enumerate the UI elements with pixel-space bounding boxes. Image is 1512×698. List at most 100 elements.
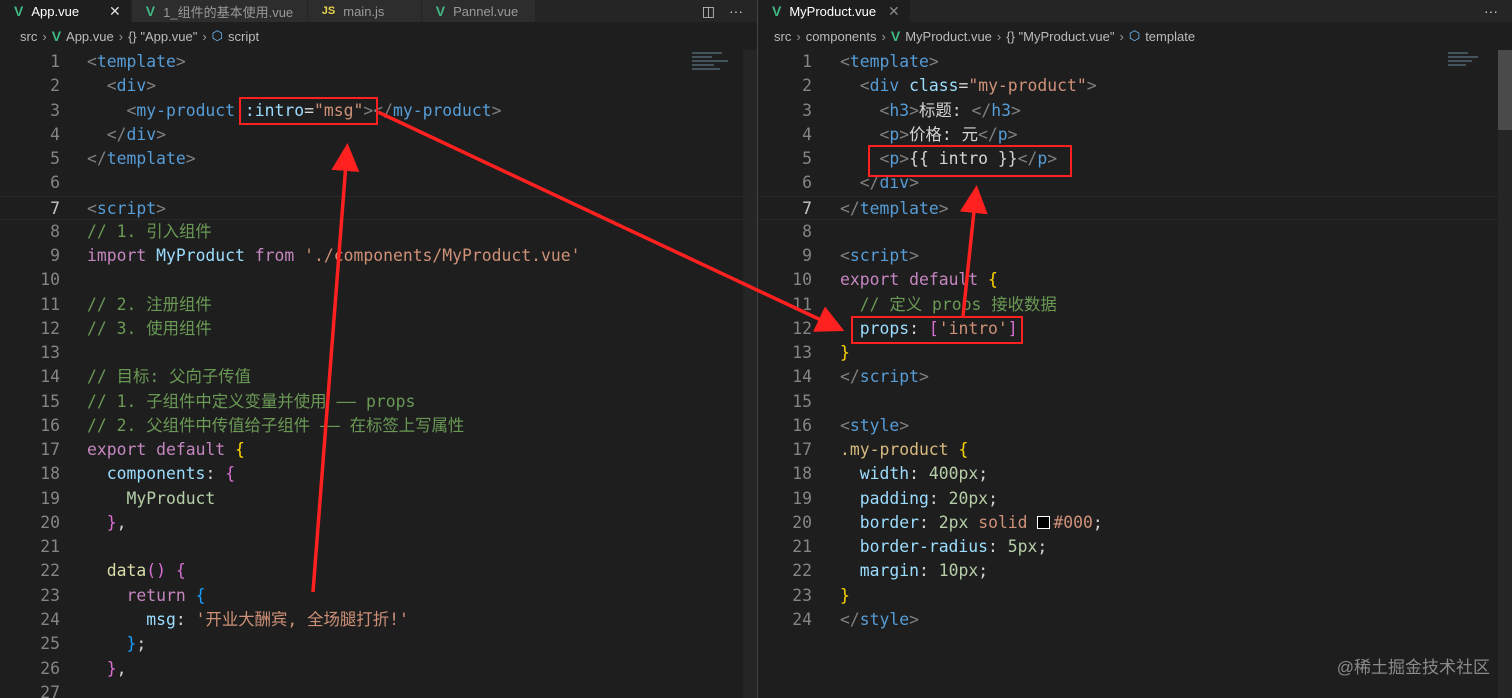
code-line[interactable]: 18 width: 400px;: [758, 462, 1512, 486]
more-actions-icon[interactable]: ···: [729, 3, 743, 19]
code-line[interactable]: 1 <template>: [0, 50, 757, 74]
close-icon[interactable]: ✕: [888, 3, 900, 20]
code-line[interactable]: 21: [0, 535, 757, 559]
code-line[interactable]: 14 // 目标: 父向子传值: [0, 365, 757, 389]
code-token: >: [175, 52, 186, 71]
code-line[interactable]: 7 <script>: [0, 195, 757, 220]
code-line[interactable]: 5 <p>{{ intro }}</p>: [758, 147, 1512, 171]
code-line[interactable]: 18 components: {: [0, 462, 757, 486]
code-line[interactable]: 7 </template>: [758, 195, 1512, 220]
code-token: <: [879, 100, 890, 120]
code-line[interactable]: 17 export default {: [0, 438, 757, 462]
tab-myproduct-vue[interactable]: V MyProduct.vue ✕: [758, 0, 911, 22]
code-token: export: [87, 440, 147, 460]
code-token: import: [87, 246, 147, 266]
close-icon[interactable]: ✕: [109, 3, 121, 20]
code-line[interactable]: 11 // 定义 props 接收数据: [758, 293, 1512, 317]
code-line[interactable]: 6 </div>: [758, 171, 1512, 195]
scrollbar-thumb[interactable]: [1498, 50, 1512, 130]
scrollbar[interactable]: [743, 50, 757, 698]
code-line[interactable]: 8 // 1. 引入组件: [0, 220, 757, 244]
code-line[interactable]: 1 <template>: [758, 50, 1512, 74]
code-token: default: [156, 440, 226, 460]
breadcrumb-item[interactable]: src: [20, 29, 37, 44]
code-line[interactable]: 9 <script>: [758, 244, 1512, 268]
code-line[interactable]: 11 // 2. 注册组件: [0, 293, 757, 317]
code-line[interactable]: 10: [0, 268, 757, 292]
code-token: data: [106, 561, 147, 581]
breadcrumb-item[interactable]: src: [774, 29, 791, 44]
code-line[interactable]: 24 msg: '开业大酬宾, 全场腿打折!': [0, 608, 757, 632]
code-line[interactable]: 25 };: [0, 632, 757, 656]
code-line[interactable]: 16 <style>: [758, 414, 1512, 438]
code-line[interactable]: 2 <div>: [0, 74, 757, 98]
code-token: p: [889, 149, 900, 169]
code-line[interactable]: 6: [0, 171, 757, 195]
breadcrumb-item[interactable]: {} "App.vue": [128, 29, 197, 44]
code-line[interactable]: 19 MyProduct: [0, 487, 757, 511]
code-line[interactable]: 9 import MyProduct from './components/MyP…: [0, 244, 757, 268]
tab-main-js[interactable]: JS main.js: [307, 0, 422, 22]
code-token: }: [126, 634, 137, 654]
code-token: </: [840, 367, 860, 387]
code-line[interactable]: 21 border-radius: 5px;: [758, 535, 1512, 559]
more-actions-icon[interactable]: ···: [1484, 3, 1498, 19]
code-token: .my-product: [840, 440, 949, 460]
minimap[interactable]: [1448, 50, 1488, 110]
code-token: <: [87, 198, 97, 218]
code-token: :: [175, 609, 196, 629]
code-token: border: [859, 512, 919, 532]
code-line[interactable]: 4 </div>: [0, 123, 757, 147]
code-line[interactable]: 15 // 1. 子组件中定义变量并使用 —— props: [0, 390, 757, 414]
code-line[interactable]: 22 margin: 10px;: [758, 559, 1512, 583]
line-number: 11: [792, 294, 812, 314]
line-number: 11: [40, 294, 60, 314]
line-number: 4: [50, 124, 60, 144]
tab-app-vue[interactable]: V App.vue ✕: [0, 0, 132, 22]
code-line[interactable]: 15: [758, 390, 1512, 414]
code-line[interactable]: 26 },: [0, 657, 757, 681]
code-line[interactable]: 3 <h3>标题: </h3>: [758, 99, 1512, 123]
code-line[interactable]: 19 padding: 20px;: [758, 487, 1512, 511]
minimap[interactable]: [692, 50, 732, 110]
code-line[interactable]: 22 data() {: [0, 559, 757, 583]
code-line[interactable]: 12 props: ['intro']: [758, 317, 1512, 341]
split-editor-icon[interactable]: ◫: [702, 3, 715, 20]
code-line[interactable]: 27: [0, 681, 757, 698]
code-line[interactable]: 14 </script>: [758, 365, 1512, 389]
code-line[interactable]: 16 // 2. 父组件中传值给子组件 —— 在标签上写属性: [0, 414, 757, 438]
breadcrumb-item[interactable]: script: [228, 29, 259, 44]
code-line[interactable]: 10 export default {: [758, 268, 1512, 292]
code-line[interactable]: 20 },: [0, 511, 757, 535]
breadcrumb-item[interactable]: {} "MyProduct.vue": [1006, 29, 1114, 44]
code-line[interactable]: 3 <my-product :intro="msg"></my-product>: [0, 99, 757, 123]
tab-component-basics[interactable]: V 1_组件的基本使用.vue: [131, 0, 308, 22]
breadcrumb-item[interactable]: MyProduct.vue: [905, 29, 992, 44]
breadcrumb-item[interactable]: components: [806, 29, 877, 44]
code-token: >: [491, 100, 502, 120]
line-text: // 2. 注册组件: [87, 293, 212, 317]
code-line[interactable]: 20 border: 2px solid #000;: [758, 511, 1512, 535]
code-token: </: [840, 609, 860, 629]
breadcrumb-item[interactable]: template: [1145, 29, 1195, 44]
code-line[interactable]: 4 <p>价格: 元</p>: [758, 123, 1512, 147]
code-line[interactable]: 17 .my-product {: [758, 438, 1512, 462]
code-line[interactable]: 24 </style>: [758, 608, 1512, 632]
code-line[interactable]: 13: [0, 341, 757, 365]
code-line[interactable]: 2 <div class="my-product">: [758, 74, 1512, 98]
code-line[interactable]: 13}: [758, 341, 1512, 365]
code-line[interactable]: 23}: [758, 584, 1512, 608]
code-line[interactable]: 23 return {: [0, 584, 757, 608]
code-line[interactable]: 5 </template>: [0, 147, 757, 171]
scrollbar[interactable]: [1498, 50, 1512, 698]
breadcrumb-item[interactable]: App.vue: [66, 29, 114, 44]
code-line[interactable]: 8: [758, 220, 1512, 244]
code-token: =: [304, 100, 315, 120]
tab-pannel-vue[interactable]: V Pannel.vue: [421, 0, 536, 22]
code-token: >: [156, 124, 166, 144]
code-line[interactable]: 12 // 3. 使用组件: [0, 317, 757, 341]
code-token: >: [909, 173, 919, 193]
